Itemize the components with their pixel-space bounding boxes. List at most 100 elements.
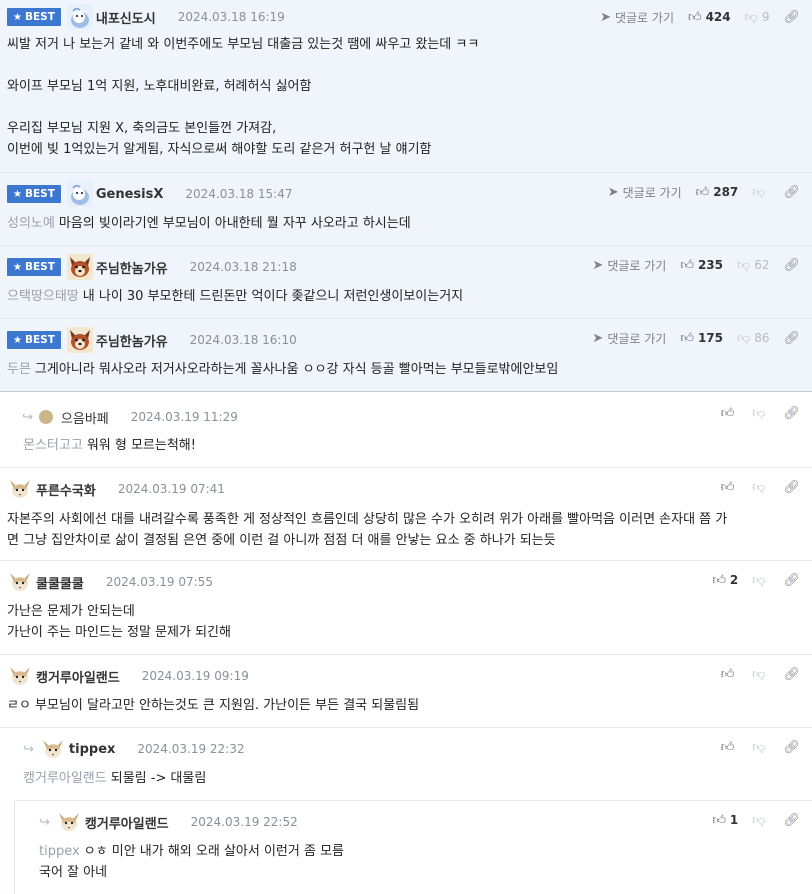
downvote-button[interactable]: 👎︎ bbox=[752, 480, 769, 495]
goto-comment-button[interactable]: ➤ 댓글로 가기 bbox=[600, 9, 674, 26]
upvote-count: 175 bbox=[697, 331, 723, 345]
link-button[interactable]: 🔗︎ bbox=[783, 813, 800, 828]
nickname[interactable]: GenesisX bbox=[96, 187, 164, 202]
comment-line: 두믄 그게아니라 뭐사오라 저거사오라하는게 꼴사나움 ㅇㅇ강 자식 등골 빨아먹… bbox=[7, 362, 559, 377]
nickname[interactable]: 쿨쿨쿨쿨 bbox=[36, 573, 84, 592]
link-icon: 🔗︎ bbox=[783, 479, 800, 495]
avatar[interactable] bbox=[56, 809, 82, 835]
upvote-button[interactable]: 👍︎ 424 bbox=[688, 10, 731, 25]
goto-comment-button[interactable]: ➤ 댓글로 가기 bbox=[592, 257, 666, 274]
upvote-button[interactable]: 👍︎ bbox=[721, 740, 739, 755]
upvote-button[interactable]: 👍︎ 235 bbox=[680, 258, 723, 273]
link-button[interactable]: 🔗︎ bbox=[783, 480, 800, 495]
avatar[interactable] bbox=[67, 327, 93, 353]
comment-item: ↪ 으음바페 2024.03.19 11:29 👍︎ 👎︎ 🔗︎ 몬스터고고 워워… bbox=[0, 392, 812, 468]
comment-actions: 👍︎ 👎︎ 🔗︎ bbox=[707, 657, 800, 691]
comment-line: 면 그냥 집안차이로 삶이 결정됨 은연 중에 이런 걸 아니까 점점 더 애를… bbox=[7, 533, 556, 548]
nickname[interactable]: tippex bbox=[69, 742, 115, 757]
comment-actions: ➤ 댓글로 가기 👍︎ 175 👎︎ 86 🔗︎ bbox=[578, 321, 800, 355]
link-button[interactable]: 🔗︎ bbox=[783, 331, 800, 346]
nickname[interactable]: 주님한놈가유 bbox=[96, 331, 168, 350]
upvote-count: 424 bbox=[705, 10, 731, 24]
link-button[interactable]: 🔗︎ bbox=[783, 258, 800, 273]
avatar[interactable] bbox=[40, 736, 66, 762]
send-arrow-icon: ➤ bbox=[600, 9, 611, 25]
link-button[interactable]: 🔗︎ bbox=[783, 10, 800, 25]
comment-line: 우리집 부모님 지원 X, 축의금도 본인들껀 가져감, bbox=[7, 121, 277, 136]
downvote-button[interactable]: 👎︎ 9 bbox=[745, 10, 770, 25]
star-icon: ★ bbox=[13, 11, 22, 23]
nickname[interactable]: 캥거루아일랜드 bbox=[85, 813, 169, 832]
comment-line: 캥거루아일랜드 되물림 -> 대물림 bbox=[23, 771, 207, 786]
star-icon: ★ bbox=[13, 261, 22, 273]
comment-body: 성의노예 마음의 빚이라기엔 부모님이 아내한테 뭘 자꾸 사오라고 하시는데 bbox=[7, 213, 800, 234]
comment-date: 2024.03.18 16:10 bbox=[189, 333, 297, 347]
star-icon: ★ bbox=[13, 334, 22, 346]
downvote-button[interactable]: 👎︎ bbox=[752, 740, 769, 755]
mention[interactable]: 캥거루아일랜드 bbox=[23, 771, 107, 786]
downvote-button[interactable]: 👎︎ 62 bbox=[737, 258, 769, 273]
downvote-button[interactable]: 👎︎ bbox=[752, 185, 769, 200]
mention[interactable]: 으택땅으태땅 bbox=[7, 289, 79, 304]
comment-header: ★ BEST GenesisX 2024.03.18 15:47 bbox=[7, 177, 293, 211]
comment-body: 가난은 문제가 안되는데 가난이 주는 마인드는 정말 문제가 되긴해 bbox=[7, 601, 800, 643]
mention[interactable]: 몬스터고고 bbox=[23, 438, 83, 453]
mention[interactable]: 두믄 bbox=[7, 362, 31, 377]
link-button[interactable]: 🔗︎ bbox=[783, 667, 800, 682]
comment-actions: ➤ 댓글로 가기 👍︎ 424 👎︎ 9 🔗︎ bbox=[586, 0, 800, 34]
mention[interactable]: tippex bbox=[39, 844, 80, 859]
upvote-button[interactable]: 👍︎ 1 bbox=[712, 813, 738, 828]
downvote-button[interactable]: 👎︎ bbox=[752, 406, 769, 421]
comment-date: 2024.03.19 22:32 bbox=[137, 742, 245, 756]
downvote-button[interactable]: 👎︎ 86 bbox=[737, 331, 769, 346]
avatar[interactable] bbox=[7, 569, 33, 595]
link-button[interactable]: 🔗︎ bbox=[783, 406, 800, 421]
upvote-button[interactable]: 👍︎ bbox=[721, 480, 739, 495]
comment-line: 이번에 빚 1억있는거 알게됨, 자식으로써 해야할 도리 같은거 허구헌 날 … bbox=[7, 142, 432, 157]
link-button[interactable]: 🔗︎ bbox=[783, 573, 800, 588]
comment-date: 2024.03.18 15:47 bbox=[185, 187, 293, 201]
upvote-button[interactable]: 👍︎ bbox=[721, 406, 739, 421]
upvote-button[interactable]: 👍︎ bbox=[721, 667, 739, 682]
downvote-count: 9 bbox=[761, 10, 770, 24]
thumbs-up-icon: 👍︎ bbox=[712, 812, 726, 828]
upvote-button[interactable]: 👍︎ 2 bbox=[712, 573, 738, 588]
link-button[interactable]: 🔗︎ bbox=[783, 740, 800, 755]
upvote-button[interactable]: 👍︎ 287 bbox=[696, 185, 739, 200]
nickname[interactable]: 으음바페 bbox=[61, 408, 109, 427]
upvote-count: 2 bbox=[729, 573, 739, 587]
comment-line: 씨발 저거 나 보는거 같네 와 이번주에도 부모님 대출금 있는것 땜에 싸우… bbox=[7, 37, 480, 52]
nickname[interactable]: 내포신도시 bbox=[96, 8, 156, 27]
comment-body: 두믄 그게아니라 뭐사오라 저거사오라하는게 꼴사나움 ㅇㅇ강 자식 등골 빨아먹… bbox=[7, 359, 800, 380]
comment-actions: 👍︎ 👎︎ 🔗︎ bbox=[707, 396, 800, 430]
downvote-button[interactable]: 👎︎ bbox=[752, 667, 769, 682]
comment-item: 푸른수국화 2024.03.19 07:41 👍︎ 👎︎ 🔗︎ 자본주의 사회에… bbox=[0, 468, 812, 561]
nickname[interactable]: 캥거루아일랜드 bbox=[36, 667, 120, 686]
nickname[interactable]: 푸른수국화 bbox=[36, 480, 96, 499]
avatar[interactable] bbox=[7, 663, 33, 689]
thumbs-up-icon: 👍︎ bbox=[695, 184, 710, 200]
comment-line: 와이프 부모님 1억 지원, 노후대비완료, 허례허식 싫어함 bbox=[7, 79, 312, 94]
link-icon: 🔗︎ bbox=[783, 330, 800, 346]
upvote-button[interactable]: 👍︎ 175 bbox=[680, 331, 723, 346]
comment-item: ★ BEST GenesisX 2024.03.18 15:47 ➤ 댓글로 가기 … bbox=[0, 173, 812, 246]
comment-header: 캥거루아일랜드 2024.03.19 09:19 bbox=[7, 659, 249, 693]
comment-line: 가난이 주는 마인드는 정말 문제가 되긴해 bbox=[7, 625, 231, 640]
avatar[interactable] bbox=[38, 410, 53, 424]
comment-list: ★ BEST 내포신도시 2024.03.18 16:19 ➤ 댓글로 가기 👍︎ 4… bbox=[0, 0, 812, 894]
goto-comment-button[interactable]: ➤ 댓글로 가기 bbox=[608, 184, 682, 201]
nickname[interactable]: 주님한놈가유 bbox=[96, 258, 168, 277]
downvote-button[interactable]: 👎︎ bbox=[752, 813, 769, 828]
goto-comment-button[interactable]: ➤ 댓글로 가기 bbox=[592, 330, 666, 347]
link-button[interactable]: 🔗︎ bbox=[783, 185, 800, 200]
downvote-button[interactable]: 👎︎ bbox=[752, 573, 769, 588]
avatar[interactable] bbox=[67, 181, 93, 207]
link-icon: 🔗︎ bbox=[783, 405, 800, 421]
avatar[interactable] bbox=[7, 476, 33, 502]
mention[interactable]: 성의노예 bbox=[7, 216, 55, 231]
thumbs-down-icon: 👎︎ bbox=[737, 257, 751, 273]
avatar[interactable] bbox=[67, 254, 93, 280]
reply-arrow-icon: ↪ bbox=[39, 814, 50, 830]
avatar[interactable] bbox=[67, 4, 93, 30]
comment-body: 몬스터고고 워워 형 모르는척해! bbox=[23, 435, 800, 456]
